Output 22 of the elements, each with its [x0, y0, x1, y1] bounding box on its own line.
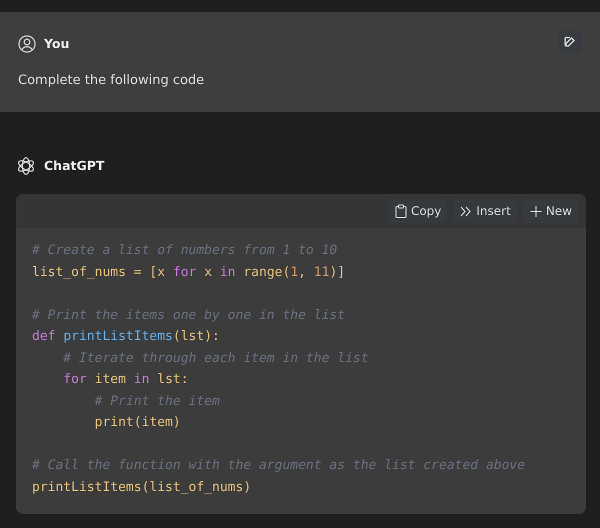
user-avatar-icon [18, 35, 36, 53]
edit-button[interactable] [558, 30, 582, 54]
author-name: ChatGPT [44, 156, 104, 175]
code-line: def printListItems(lst): [32, 328, 221, 346]
copy-button[interactable]: Copy [388, 199, 448, 223]
message-text: Complete the following code [18, 72, 206, 90]
code-line: # Call the function with the argument as the list created above [32, 457, 526, 475]
code-line: # Iterate through each item in the list [62, 350, 370, 368]
code-line: for item in lst: [62, 371, 190, 389]
author-name: You [44, 34, 70, 53]
code-line: # Print the items one by one in the list [32, 306, 346, 324]
code-line: list_of_nums = [x for x in range(1, 11)] [32, 264, 346, 282]
plus-icon [528, 204, 543, 218]
code-line: # Create a list of numbers from 1 to 10 [32, 242, 338, 260]
new-button[interactable]: New [522, 199, 578, 223]
clipboard-icon [394, 204, 408, 218]
code-line: printListItems(list_of_nums) [32, 478, 252, 496]
pencil-icon [564, 36, 576, 48]
insert-button[interactable]: Insert [453, 199, 517, 223]
assistant-logo-icon [16, 156, 36, 176]
code-line: # Print the item [94, 392, 221, 410]
code-line: print(item) [94, 414, 182, 432]
